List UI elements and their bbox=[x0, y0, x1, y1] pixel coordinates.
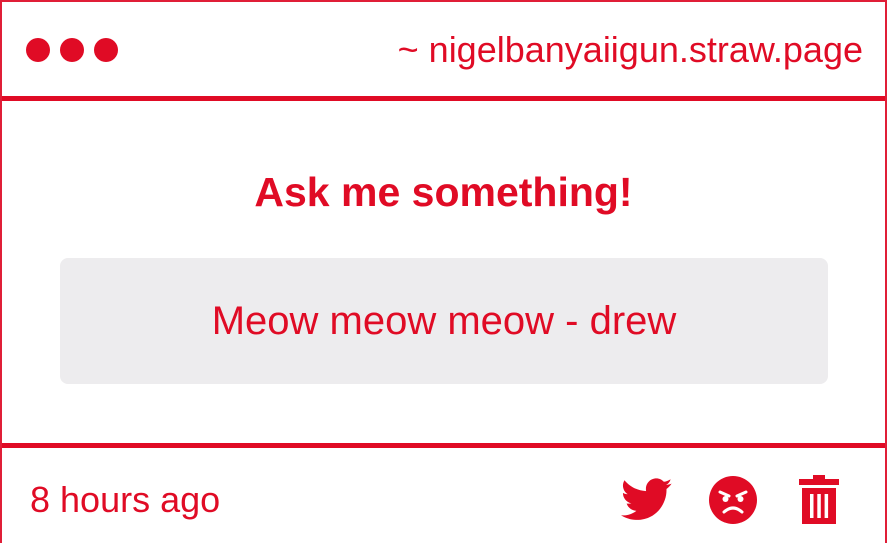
action-bar bbox=[621, 474, 845, 526]
window-titlebar: ~ nigelbanyaiigun.straw.page bbox=[2, 2, 885, 101]
window-dot-icon bbox=[60, 38, 84, 62]
answer-text: Meow meow meow - drew bbox=[211, 298, 677, 343]
trash-icon[interactable] bbox=[793, 474, 845, 526]
timestamp: 8 hours ago bbox=[30, 479, 221, 520]
post-card: ~ nigelbanyaiigun.straw.page Ask me some… bbox=[0, 0, 887, 543]
window-dot-icon bbox=[26, 38, 50, 62]
question-section: Ask me something! Meow meow meow - drew bbox=[2, 101, 885, 443]
prompt-heading: Ask me something! bbox=[254, 169, 633, 215]
angry-face-icon[interactable] bbox=[707, 474, 759, 526]
window-dot-icon bbox=[94, 38, 118, 62]
site-url[interactable]: ~ nigelbanyaiigun.straw.page bbox=[398, 28, 863, 72]
card-footer: 8 hours ago bbox=[2, 443, 885, 548]
twitter-icon[interactable] bbox=[621, 474, 673, 526]
answer-box: Meow meow meow - drew bbox=[60, 258, 828, 384]
window-dots bbox=[26, 38, 118, 62]
